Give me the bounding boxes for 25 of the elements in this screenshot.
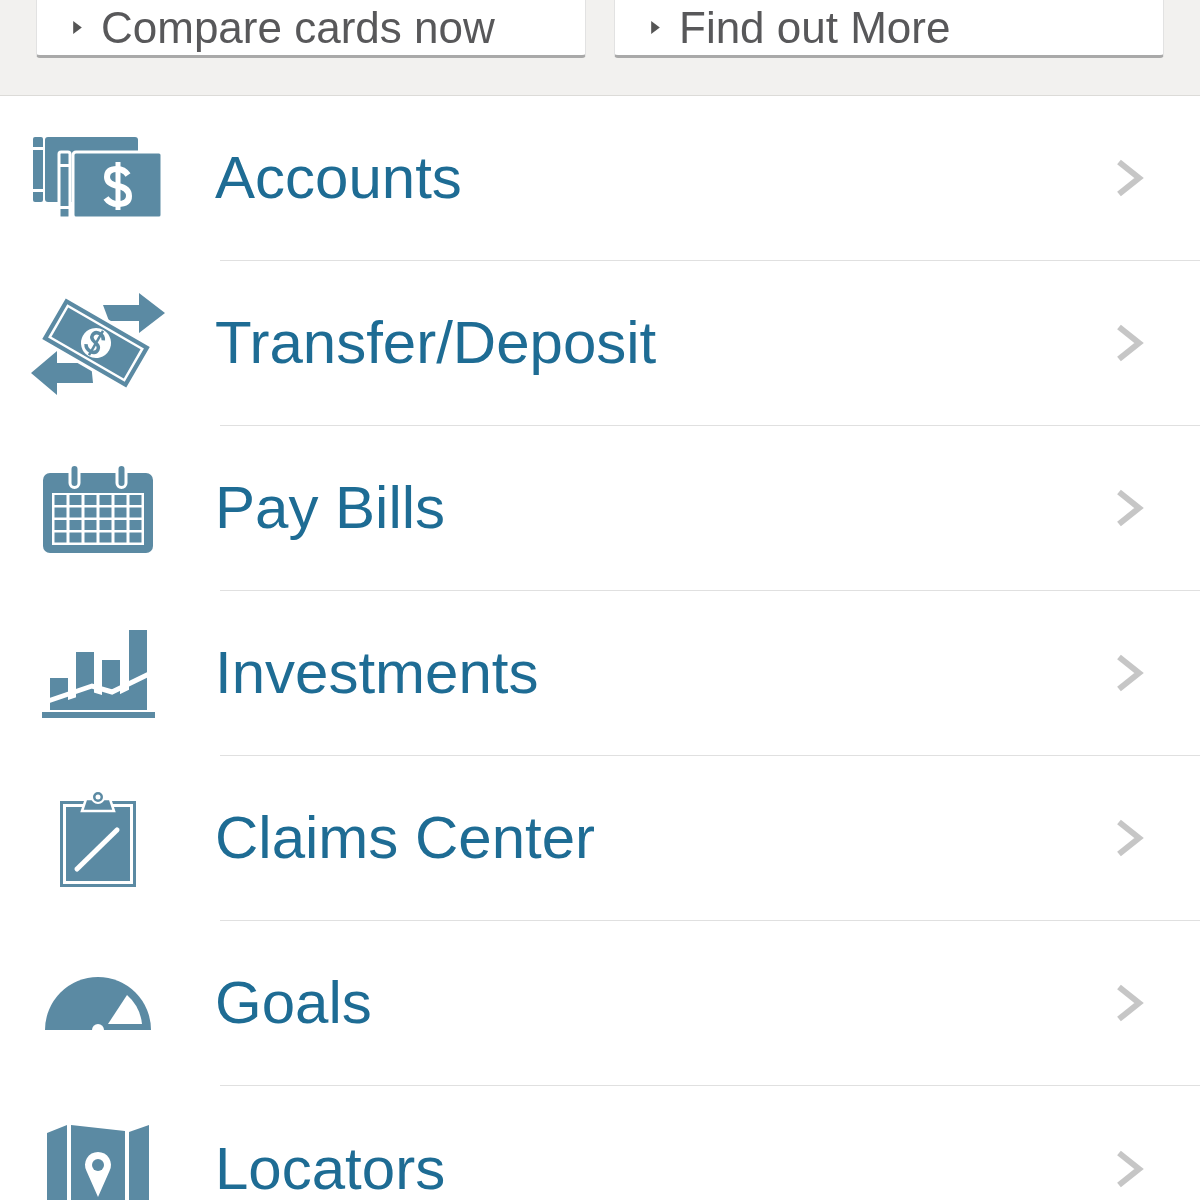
gauge-icon (45, 976, 151, 1030)
chevron-icon (1115, 1149, 1145, 1189)
menu-item[interactable]: Accounts (0, 96, 1200, 260)
menu-item[interactable]: Claims Center (0, 756, 1200, 920)
menu-item[interactable]: Locators (0, 1086, 1200, 1200)
bar-chart-icon (41, 628, 155, 718)
menu-item[interactable]: Transfer/Deposit (0, 261, 1200, 425)
promo-button[interactable]: Compare cards now (36, 0, 586, 58)
calendar-icon (43, 463, 153, 553)
money-transfer-icon (31, 291, 165, 395)
clipboard-icon (60, 789, 136, 887)
menu-item[interactable]: Goals (0, 921, 1200, 1085)
menu-item[interactable]: Investments (0, 591, 1200, 755)
caret-icon (73, 21, 82, 34)
chevron-icon (1115, 323, 1145, 363)
chevron-icon (1115, 983, 1145, 1023)
chevron-icon (1115, 158, 1145, 198)
promo-button[interactable]: Find out More (614, 0, 1164, 58)
chevron-icon (1115, 653, 1145, 693)
money-icon (32, 137, 164, 219)
map-icon (47, 1125, 149, 1200)
menu-item[interactable]: Pay Bills (0, 426, 1200, 590)
chevron-icon (1115, 818, 1145, 858)
caret-icon (651, 21, 660, 34)
chevron-icon (1115, 488, 1145, 528)
